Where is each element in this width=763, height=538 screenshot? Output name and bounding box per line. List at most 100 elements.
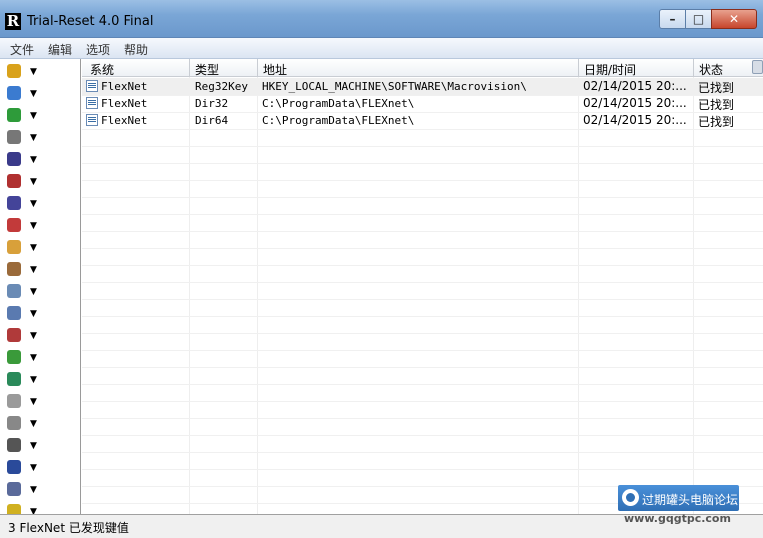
- toolbar-dropdown-button[interactable]: ▼: [5, 194, 41, 214]
- toolbar-dropdown-button[interactable]: ▼: [5, 326, 41, 346]
- grid-line: [82, 333, 763, 334]
- chevron-down-icon[interactable]: ▼: [30, 199, 37, 209]
- chevron-down-icon[interactable]: ▼: [30, 111, 37, 121]
- menu-edit[interactable]: 编辑: [48, 41, 72, 58]
- watermark-badge: 过期罐头电脑论坛: [618, 485, 739, 511]
- ccg-icon: [7, 174, 21, 188]
- chevron-down-icon[interactable]: ▼: [30, 463, 37, 473]
- document-icon: [7, 306, 21, 320]
- grid-line: [82, 146, 763, 147]
- badge-icon: [7, 460, 21, 474]
- box-icon: [7, 130, 21, 144]
- chevron-down-icon[interactable]: ▼: [30, 243, 37, 253]
- chevron-down-icon[interactable]: ▼: [30, 397, 37, 407]
- toolbar-dropdown-button[interactable]: ▼: [5, 62, 41, 82]
- chevron-down-icon[interactable]: ▼: [30, 419, 37, 429]
- menu-bar: 文件 编辑 选项 帮助: [0, 38, 763, 59]
- title-bar: R Trial-Reset 4.0 Final – □ ✕: [0, 0, 763, 38]
- toolbar-dropdown-button[interactable]: ▼: [5, 370, 41, 390]
- grid-line: [82, 163, 763, 164]
- cell-status: 已找到: [698, 81, 735, 95]
- grid-line: [82, 469, 763, 470]
- toolbar-dropdown-button[interactable]: ▼: [5, 84, 41, 104]
- toolbar-dropdown-button[interactable]: ▼: [5, 238, 41, 258]
- chevron-down-icon[interactable]: ▼: [30, 507, 37, 514]
- close-button[interactable]: ✕: [711, 9, 757, 29]
- flame-icon: [7, 262, 21, 276]
- maximize-button[interactable]: □: [685, 9, 712, 29]
- grid-line: [82, 231, 763, 232]
- protection-toolbar: ▼ ▼ ▼ ▼ ▼ ▼ ▼ ▼ ▼ ▼ ▼ ▼ ▼ ▼ ▼ ▼ ▼ ▼ ▼ ▼ ▼: [0, 59, 81, 514]
- globe-icon: [7, 86, 21, 100]
- toolbar-dropdown-button[interactable]: ▼: [5, 150, 41, 170]
- chevron-down-icon[interactable]: ▼: [30, 287, 37, 297]
- list-header: 系统 类型 地址 日期/时间 状态: [82, 59, 763, 77]
- toolbar-dropdown-button[interactable]: ▼: [5, 128, 41, 148]
- toolbar-dropdown-button[interactable]: ▼: [5, 436, 41, 456]
- key-icon: [7, 240, 21, 254]
- scroll-nub[interactable]: [752, 60, 763, 74]
- app-icon[interactable]: R: [5, 13, 21, 30]
- column-type[interactable]: 类型: [195, 61, 219, 78]
- menu-options[interactable]: 选项: [86, 41, 110, 58]
- grid-line: [82, 197, 763, 198]
- gear-icon: [7, 416, 21, 430]
- chevron-down-icon[interactable]: ▼: [30, 441, 37, 451]
- chevron-down-icon[interactable]: ▼: [30, 221, 37, 231]
- grid-line: [82, 265, 763, 266]
- toolbar-dropdown-button[interactable]: ▼: [5, 260, 41, 280]
- window-title: Trial-Reset 4.0 Final: [27, 14, 154, 29]
- grid-line: [82, 129, 763, 130]
- toolbar-dropdown-button[interactable]: ▼: [5, 106, 41, 126]
- cube-icon: [7, 64, 21, 78]
- molecule-icon: [7, 328, 21, 342]
- apple-icon: [7, 350, 21, 364]
- cell-status: 已找到: [698, 115, 735, 129]
- results-list: 系统 类型 地址 日期/时间 状态 FlexNet Reg32Key HKEY_…: [82, 59, 763, 514]
- table-row[interactable]: FlexNet Reg32Key HKEY_LOCAL_MACHINE\SOFT…: [82, 78, 763, 95]
- chevron-down-icon[interactable]: ▼: [30, 155, 37, 165]
- chevron-down-icon[interactable]: ▼: [30, 67, 37, 77]
- cell-type: Dir32: [195, 97, 229, 110]
- toolbar-dropdown-button[interactable]: ▼: [5, 304, 41, 324]
- column-system[interactable]: 系统: [90, 61, 114, 78]
- minimize-button[interactable]: –: [659, 9, 686, 29]
- watermark-url: www.gqgtpc.com: [624, 512, 731, 525]
- grid-line: [82, 350, 763, 351]
- column-datetime[interactable]: 日期/时间: [584, 61, 636, 78]
- toolbar-dropdown-button[interactable]: ▼: [5, 216, 41, 236]
- grid-line: [82, 367, 763, 368]
- column-status[interactable]: 状态: [699, 61, 723, 78]
- chevron-down-icon[interactable]: ▼: [30, 485, 37, 495]
- grid-line: [82, 452, 763, 453]
- toolbar-dropdown-button[interactable]: ▼: [5, 480, 41, 500]
- toolbar-dropdown-button[interactable]: ▼: [5, 172, 41, 192]
- chevron-down-icon[interactable]: ▼: [30, 133, 37, 143]
- toolbar-dropdown-button[interactable]: ▼: [5, 282, 41, 302]
- chevron-down-icon[interactable]: ▼: [30, 375, 37, 385]
- cell-address: C:\ProgramData\FLEXnet\: [262, 114, 415, 127]
- column-address[interactable]: 地址: [263, 61, 287, 78]
- chevron-down-icon[interactable]: ▼: [30, 331, 37, 341]
- chevron-down-icon[interactable]: ▼: [30, 177, 37, 187]
- toolbar-dropdown-button[interactable]: ▼: [5, 502, 41, 514]
- menu-help[interactable]: 帮助: [124, 41, 148, 58]
- toolbar-dropdown-button[interactable]: ▼: [5, 414, 41, 434]
- table-row[interactable]: FlexNet Dir64 C:\ProgramData\FLEXnet\ 02…: [82, 112, 763, 129]
- cell-datetime: 02/14/2015 20:...: [583, 96, 687, 110]
- chevron-down-icon[interactable]: ▼: [30, 353, 37, 363]
- chevron-down-icon[interactable]: ▼: [30, 265, 37, 275]
- watermark-text: 过期罐头电脑论坛: [642, 493, 739, 507]
- flexnet-icon: [86, 97, 98, 109]
- chevron-down-icon[interactable]: ▼: [30, 309, 37, 319]
- toolbar-dropdown-button[interactable]: ▼: [5, 348, 41, 368]
- bottle-icon: [7, 482, 21, 496]
- toolbar-dropdown-button[interactable]: ▼: [5, 458, 41, 478]
- cell-datetime: 02/14/2015 20:...: [583, 79, 687, 93]
- tools-icon: [7, 394, 21, 408]
- toolbar-dropdown-button[interactable]: ▼: [5, 392, 41, 412]
- menu-file[interactable]: 文件: [10, 41, 34, 58]
- chevron-down-icon[interactable]: ▼: [30, 89, 37, 99]
- warning-icon: [7, 504, 21, 514]
- table-row[interactable]: FlexNet Dir32 C:\ProgramData\FLEXnet\ 02…: [82, 95, 763, 112]
